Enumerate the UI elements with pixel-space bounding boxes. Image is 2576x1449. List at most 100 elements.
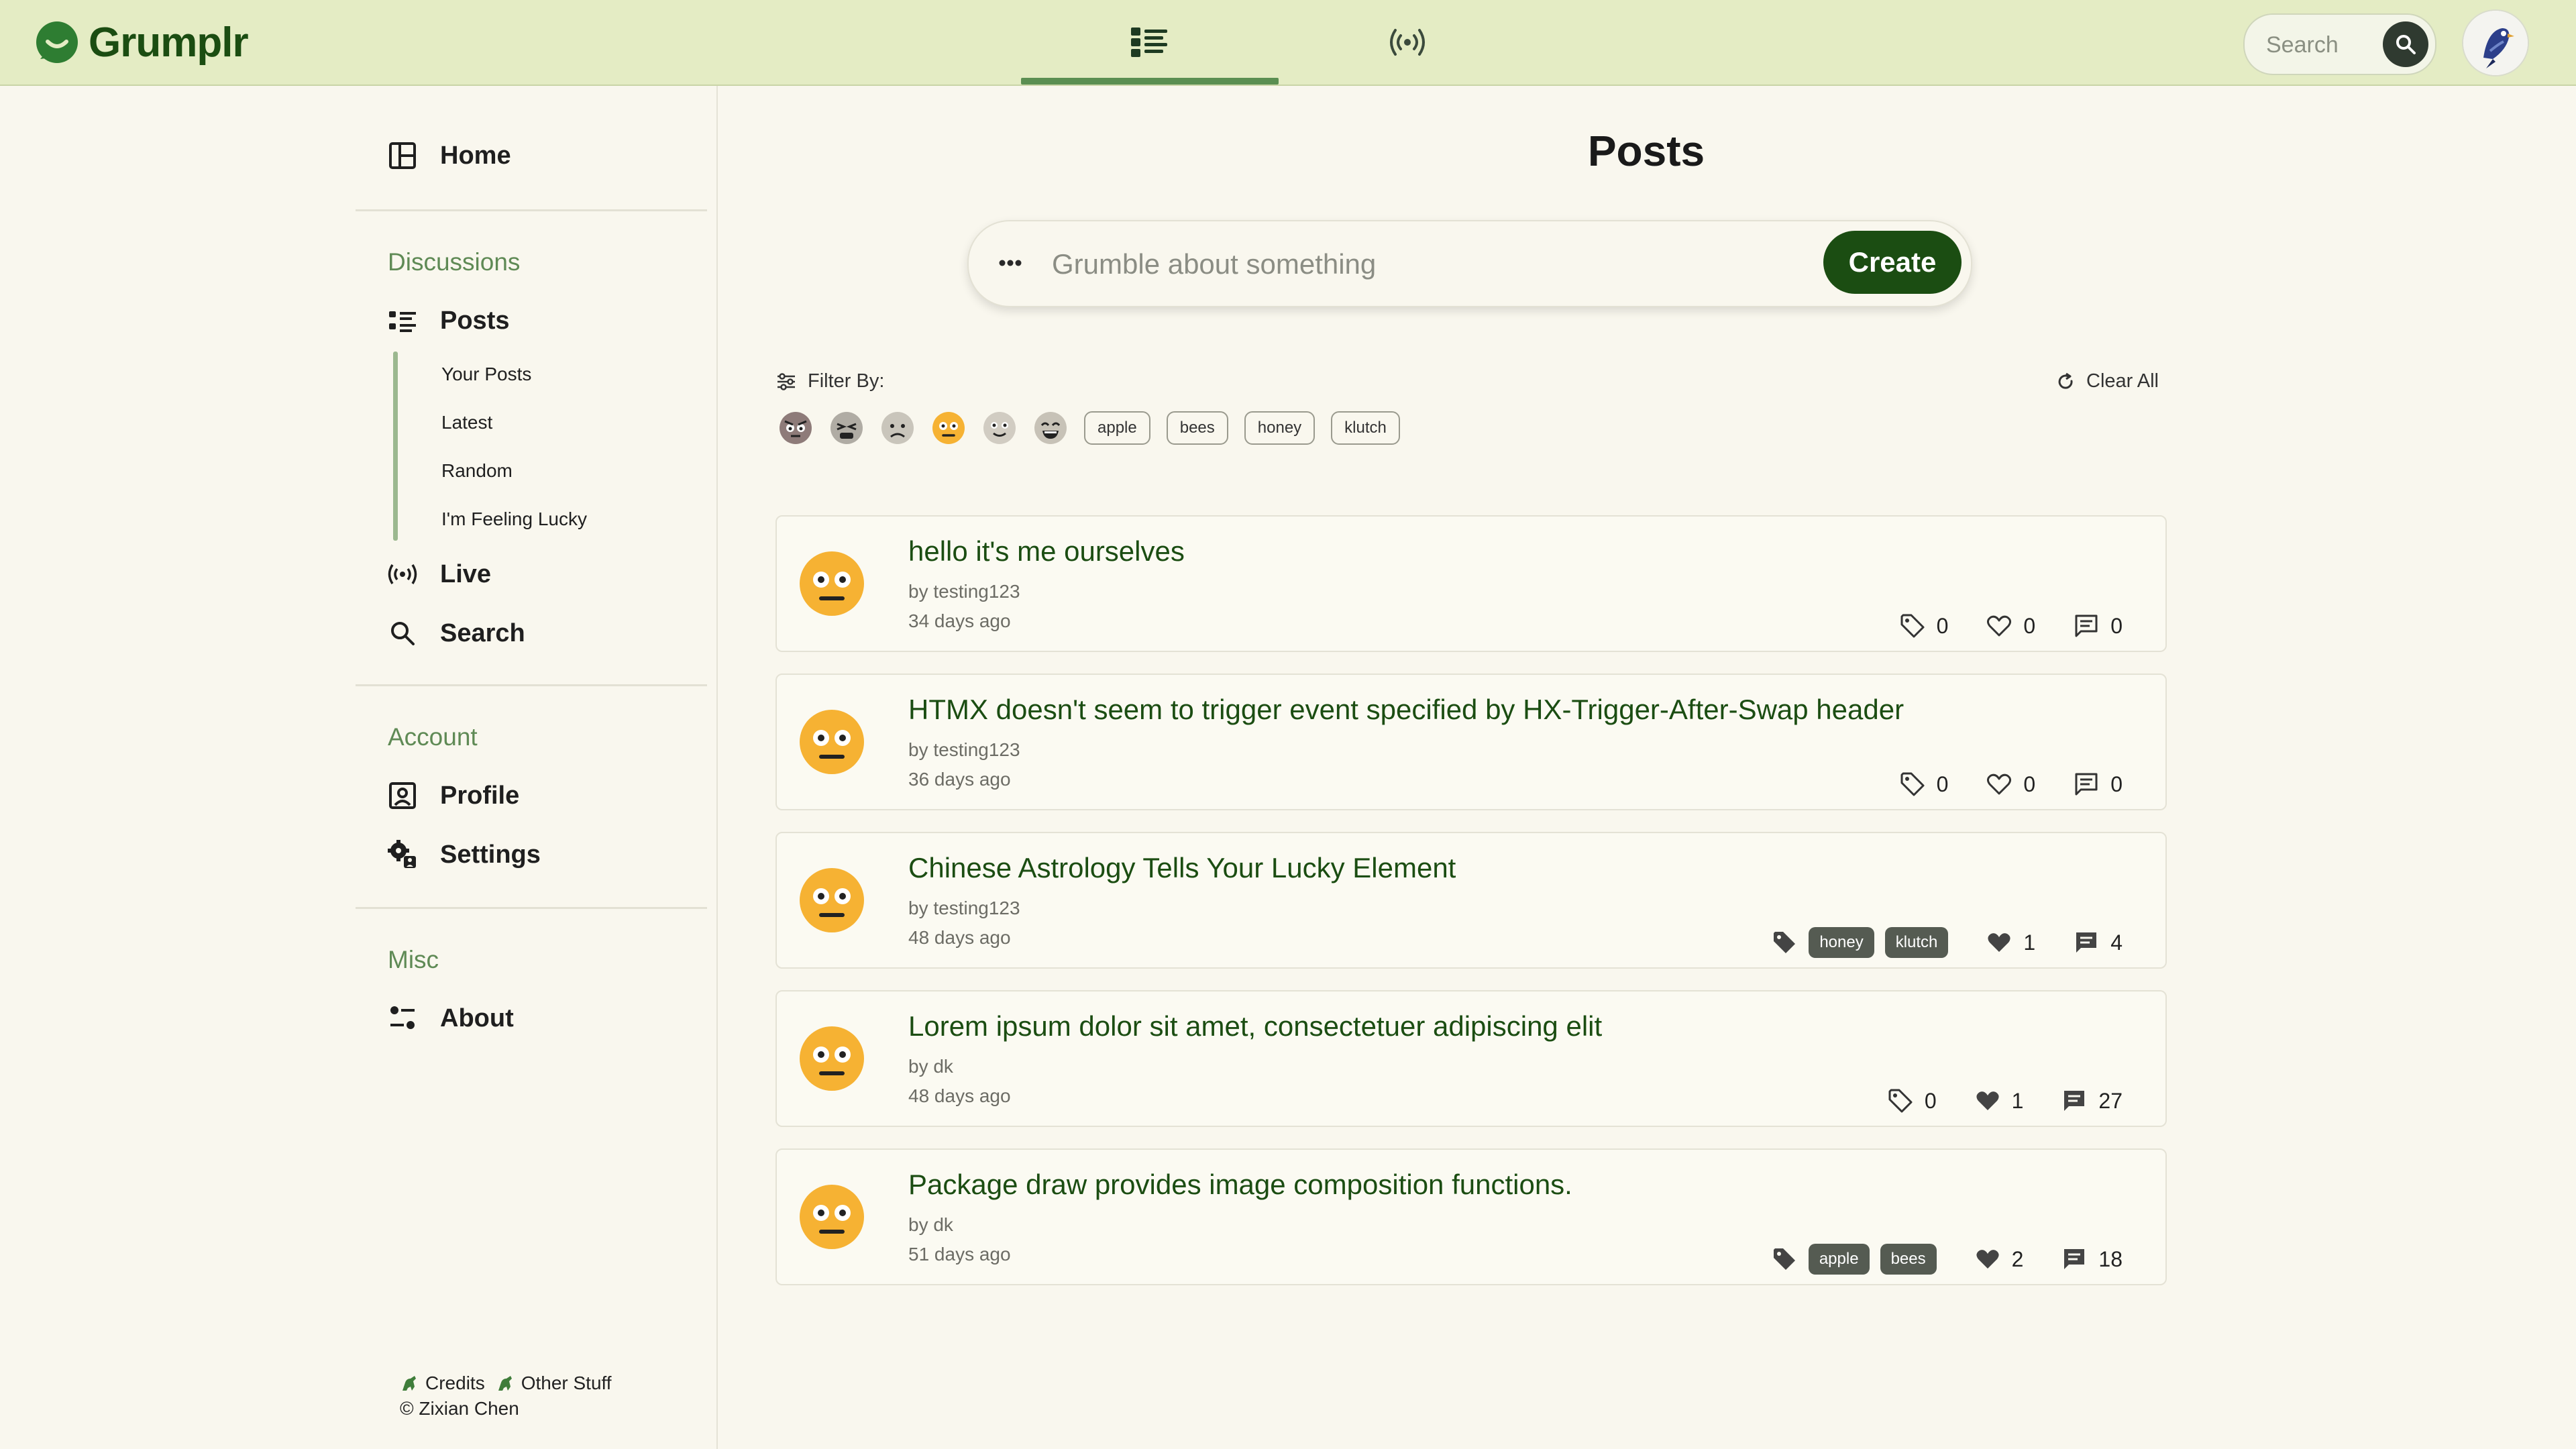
comments-button[interactable]: 27 [2061,1087,2123,1114]
slight-smile-face-icon[interactable] [982,411,1017,445]
post-age: 48 days ago [908,1085,1011,1106]
sidebar-subitem-random[interactable]: Random [441,460,513,482]
post-title-link[interactable]: hello it's me ourselves [908,535,1185,568]
filter-tag-apple[interactable]: apple [1084,411,1150,445]
post-tag-klutch[interactable]: klutch [1884,927,1949,958]
sidebar-item-label: Search [440,619,525,647]
comment-filled-icon [2064,1249,2085,1269]
post-tag-bees[interactable]: bees [1880,1244,1937,1275]
composer-options-button[interactable] [990,243,1030,283]
filter-sliders-icon [777,372,795,390]
sidebar-item-label: Posts [440,306,510,335]
sidebar-item-label: Settings [440,840,541,869]
sidebar-subitem-feeling-lucky[interactable]: I'm Feeling Lucky [441,508,587,530]
post-card[interactable]: Package draw provides image composition … [775,1148,2167,1285]
tag-outline-icon [1900,772,1925,796]
filter-tag-honey[interactable]: honey [1244,411,1316,445]
section-heading-misc: Misc [388,946,439,973]
post-card[interactable]: Chinese Astrology Tells Your Lucky Eleme… [775,832,2167,969]
like-button[interactable]: 2 [1974,1246,2024,1273]
like-count: 0 [2023,613,2036,638]
tab-posts[interactable] [1021,0,1279,85]
tag-outline-icon [1900,614,1925,638]
grumplr-logo-icon [36,21,78,63]
post-tag-apple[interactable]: apple [1808,1244,1870,1275]
comments-button[interactable]: 18 [2061,1246,2123,1273]
comment-count: 0 [2110,771,2123,796]
comments-button[interactable]: 0 [2073,612,2123,639]
sidebar-item-label: Live [440,559,492,588]
clear-all-button[interactable]: Clear All [2055,370,2159,392]
sidebar-item-label: About [440,1004,514,1032]
sidebar-item-live[interactable]: Live [386,558,491,590]
post-stats: 0 0 0 [1862,610,2123,641]
post-author[interactable]: by testing123 [908,581,1020,602]
search-button[interactable] [2383,21,2428,67]
user-avatar[interactable] [2462,9,2529,76]
post-title-link[interactable]: Chinese Astrology Tells Your Lucky Eleme… [908,852,1456,884]
comments-button[interactable]: 0 [2073,771,2123,798]
sidebar-item-settings[interactable]: Settings [386,839,541,871]
sidebar-subitem-your-posts[interactable]: Your Posts [441,364,531,385]
credits-link[interactable]: Credits [425,1373,485,1394]
sidebar-item-profile[interactable]: Profile [386,780,519,812]
post-age: 34 days ago [908,610,1011,631]
like-button[interactable]: 0 [1986,612,2035,639]
post-composer: Create [967,220,1972,307]
sidebar-footer: Credits Other Stuff © Zixian Chen [400,1373,612,1419]
filter-tag-bees[interactable]: bees [1166,411,1228,445]
sidebar: Home Discussions Posts Your Posts Latest… [0,86,718,1449]
search-icon [2396,35,2416,54]
tired-face-icon[interactable] [829,411,864,445]
post-title-link[interactable]: HTMX doesn't seem to trigger event speci… [908,694,1904,726]
post-author[interactable]: by dk [908,1214,953,1236]
filter-options: apple bees honey klutch [778,411,1400,445]
sidebar-item-home[interactable]: Home [386,140,511,172]
like-count: 1 [2011,1088,2024,1113]
post-card[interactable]: Lorem ipsum dolor sit amet, consectetuer… [775,990,2167,1127]
heart-filled-icon [1988,933,2010,952]
tab-live[interactable] [1279,0,1536,85]
search-icon [391,622,415,645]
composer-input[interactable] [1051,240,1811,288]
neutral-face-icon[interactable] [931,411,966,445]
tag-count: 0 [1887,1087,1937,1114]
grinning-face-icon[interactable] [1033,411,1068,445]
brand-logo[interactable]: Grumplr [35,17,249,67]
sidebar-item-search[interactable]: Search [386,617,525,649]
active-tab-indicator [1021,78,1279,85]
other-stuff-link[interactable]: Other Stuff [521,1373,612,1394]
sidebar-subitem-latest[interactable]: Latest [441,412,492,433]
comment-count: 4 [2110,930,2123,955]
comment-count: 27 [2098,1088,2123,1113]
like-button[interactable]: 0 [1986,771,2035,798]
frowning-face-icon[interactable] [880,411,915,445]
filter-tag-klutch[interactable]: klutch [1331,411,1400,445]
post-author[interactable]: by testing123 [908,898,1020,919]
post-author[interactable]: by dk [908,1056,953,1077]
like-button[interactable]: 1 [1974,1087,2024,1114]
post-card[interactable]: hello it's me ourselves by testing123 34… [775,515,2167,652]
app-name: Grumplr [89,19,249,66]
more-dots-icon [999,260,1022,266]
neutral-face-icon [800,1026,864,1091]
copyright: © Zixian Chen [400,1398,519,1419]
post-tag-honey[interactable]: honey [1809,927,1874,958]
post-author[interactable]: by testing123 [908,739,1020,761]
comments-button[interactable]: 4 [2073,929,2123,956]
sidebar-item-label: Profile [440,781,520,810]
sidebar-item-about[interactable]: About [386,1002,514,1034]
post-title-link[interactable]: Lorem ipsum dolor sit amet, consectetuer… [908,1010,1602,1042]
like-count: 2 [2011,1246,2024,1271]
angry-face-icon[interactable] [778,411,813,445]
post-card[interactable]: HTMX doesn't seem to trigger event speci… [775,674,2167,810]
sidebar-item-posts[interactable]: Posts [386,305,509,337]
like-button[interactable]: 1 [1986,929,2035,956]
filter-header: Filter By: [775,370,884,392]
tag-outline-icon [1888,1089,1913,1113]
post-title-link[interactable]: Package draw provides image composition … [908,1169,1572,1201]
search-input[interactable] [2265,25,2375,64]
sidebar-item-label: Home [440,141,511,170]
about-toggles-icon [390,1006,415,1029]
create-button[interactable]: Create [1823,231,1962,294]
